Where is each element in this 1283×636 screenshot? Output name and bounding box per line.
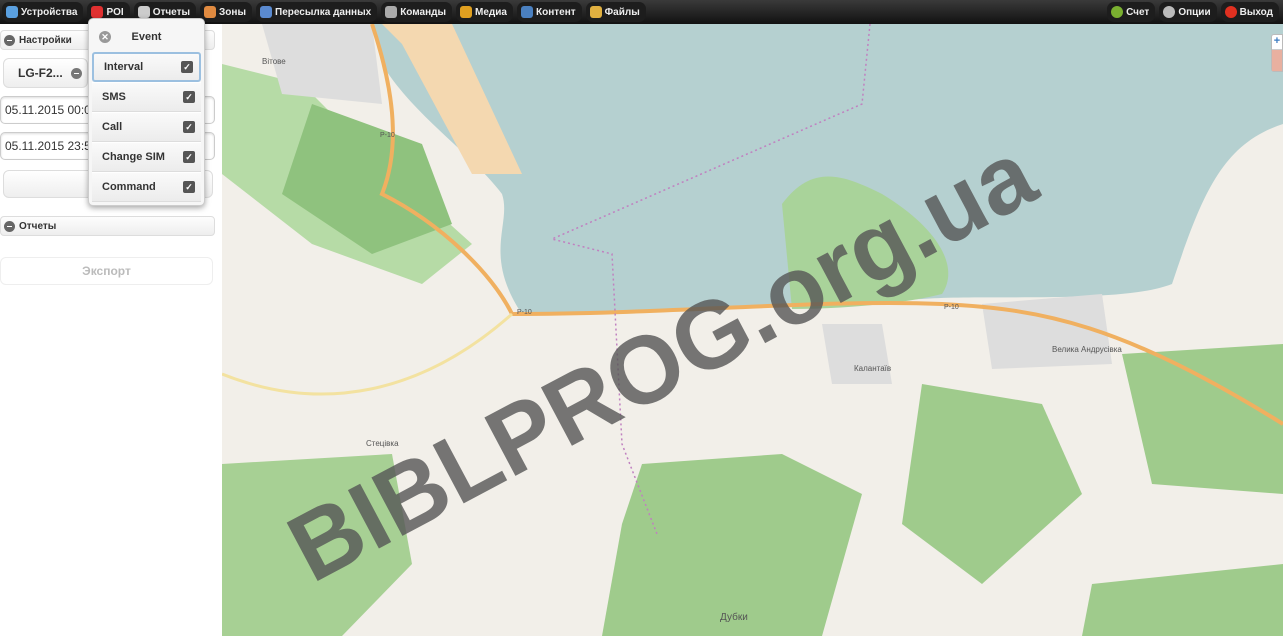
map-label: Вітове — [262, 57, 286, 66]
road-label: Р-10 — [517, 309, 532, 316]
map[interactable]: Вітове Калантаїв Велика Андрусівка Дубки… — [222, 24, 1283, 636]
menu-header: ✕ Event — [92, 22, 201, 52]
export-button[interactable]: Экспорт — [0, 257, 213, 285]
music-icon — [460, 6, 473, 18]
pin-icon — [91, 6, 104, 18]
nav-label: Медиа — [475, 6, 507, 18]
road — [222, 312, 513, 396]
gear-icon — [1163, 6, 1176, 18]
road-label: Р-10 — [380, 132, 395, 139]
checkbox-icon[interactable]: ✓ — [183, 121, 195, 133]
event-filter-dropdown: ✕ Event Interval ✓ SMS ✓ Call ✓ Change SIM ✓ Comm… — [88, 18, 205, 206]
checkbox-icon[interactable]: ✓ — [181, 61, 193, 73]
dollar-icon — [1111, 6, 1124, 18]
power-icon — [1224, 6, 1237, 18]
menu-item-label: SMS — [102, 91, 126, 103]
forest — [902, 384, 1082, 584]
menu-item-call[interactable]: Call ✓ — [92, 112, 201, 142]
menu-item-change-sim[interactable]: Change SIM ✓ — [92, 142, 201, 172]
server-icon — [385, 6, 398, 18]
nav-label: Устройства — [21, 6, 78, 18]
menu-item-label: Command — [102, 181, 156, 193]
nav-power[interactable]: Выход — [1220, 2, 1279, 22]
map-label: Калантаїв — [854, 364, 891, 373]
chevron-down-icon — [70, 67, 82, 79]
nav-eye[interactable]: Устройства — [2, 2, 84, 22]
nav-gear[interactable]: Опции — [1159, 2, 1217, 22]
globe-icon — [520, 6, 533, 18]
nav-label: Отчеты — [152, 6, 191, 18]
checkbox-icon[interactable]: ✓ — [183, 91, 195, 103]
nav-server[interactable]: Команды — [381, 2, 453, 22]
nav-globe[interactable]: Контент — [516, 2, 582, 22]
zoom-control: + — [1271, 34, 1283, 72]
checkbox-icon[interactable]: ✓ — [183, 151, 195, 163]
eye-icon — [6, 6, 18, 18]
map-label: Велика Андрусівка — [1052, 345, 1122, 354]
nav-user[interactable]: Пересылка данных — [256, 2, 378, 22]
nav-label: Файлы — [604, 6, 640, 18]
forest — [602, 454, 862, 636]
nav-label: Выход — [1239, 6, 1273, 18]
checkbox-icon[interactable]: ✓ — [183, 181, 195, 193]
map-canvas: Вітове Калантаїв Велика Андрусівка Дубки… — [222, 24, 1283, 636]
folder-icon — [589, 6, 602, 18]
village — [822, 324, 892, 384]
menu-item-sms[interactable]: SMS ✓ — [92, 82, 201, 112]
report-icon — [137, 6, 150, 18]
menu-item-command[interactable]: Command ✓ — [92, 172, 201, 202]
nav-label: POI — [106, 6, 124, 18]
forest — [1082, 564, 1283, 636]
nav-label: Опции — [1178, 6, 1211, 18]
menu-item-interval[interactable]: Interval ✓ — [92, 52, 201, 82]
layers-button[interactable] — [1272, 49, 1282, 71]
menu-item-label: Call — [102, 121, 123, 133]
nav-label: Пересылка данных — [275, 6, 372, 18]
collapse-icon — [4, 220, 15, 232]
reports-section-header[interactable]: Отчеты — [0, 216, 215, 236]
device-select[interactable]: LG-F2... — [3, 58, 88, 88]
nav-folder[interactable]: Файлы — [585, 2, 646, 22]
town — [982, 294, 1112, 369]
collapse-icon — [4, 34, 15, 46]
nav-label: Зоны — [219, 6, 246, 18]
map-label: Дубки — [720, 611, 748, 623]
nav-label: Команды — [400, 6, 447, 18]
nav-label: Контент — [535, 6, 576, 18]
menu-item-label: Interval — [104, 61, 144, 73]
menu-item-label: Change SIM — [102, 151, 165, 163]
user-icon — [260, 6, 272, 18]
nav-zone[interactable]: Зоны — [200, 2, 252, 22]
nav-dollar[interactable]: Счет — [1107, 2, 1156, 22]
nav-music[interactable]: Медиа — [456, 2, 513, 22]
nav-label: Счет — [1126, 6, 1150, 18]
road-label: Р-10 — [944, 304, 959, 311]
forest — [1122, 344, 1283, 494]
zoom-in-button[interactable]: + — [1272, 35, 1282, 49]
zone-icon — [204, 6, 217, 18]
